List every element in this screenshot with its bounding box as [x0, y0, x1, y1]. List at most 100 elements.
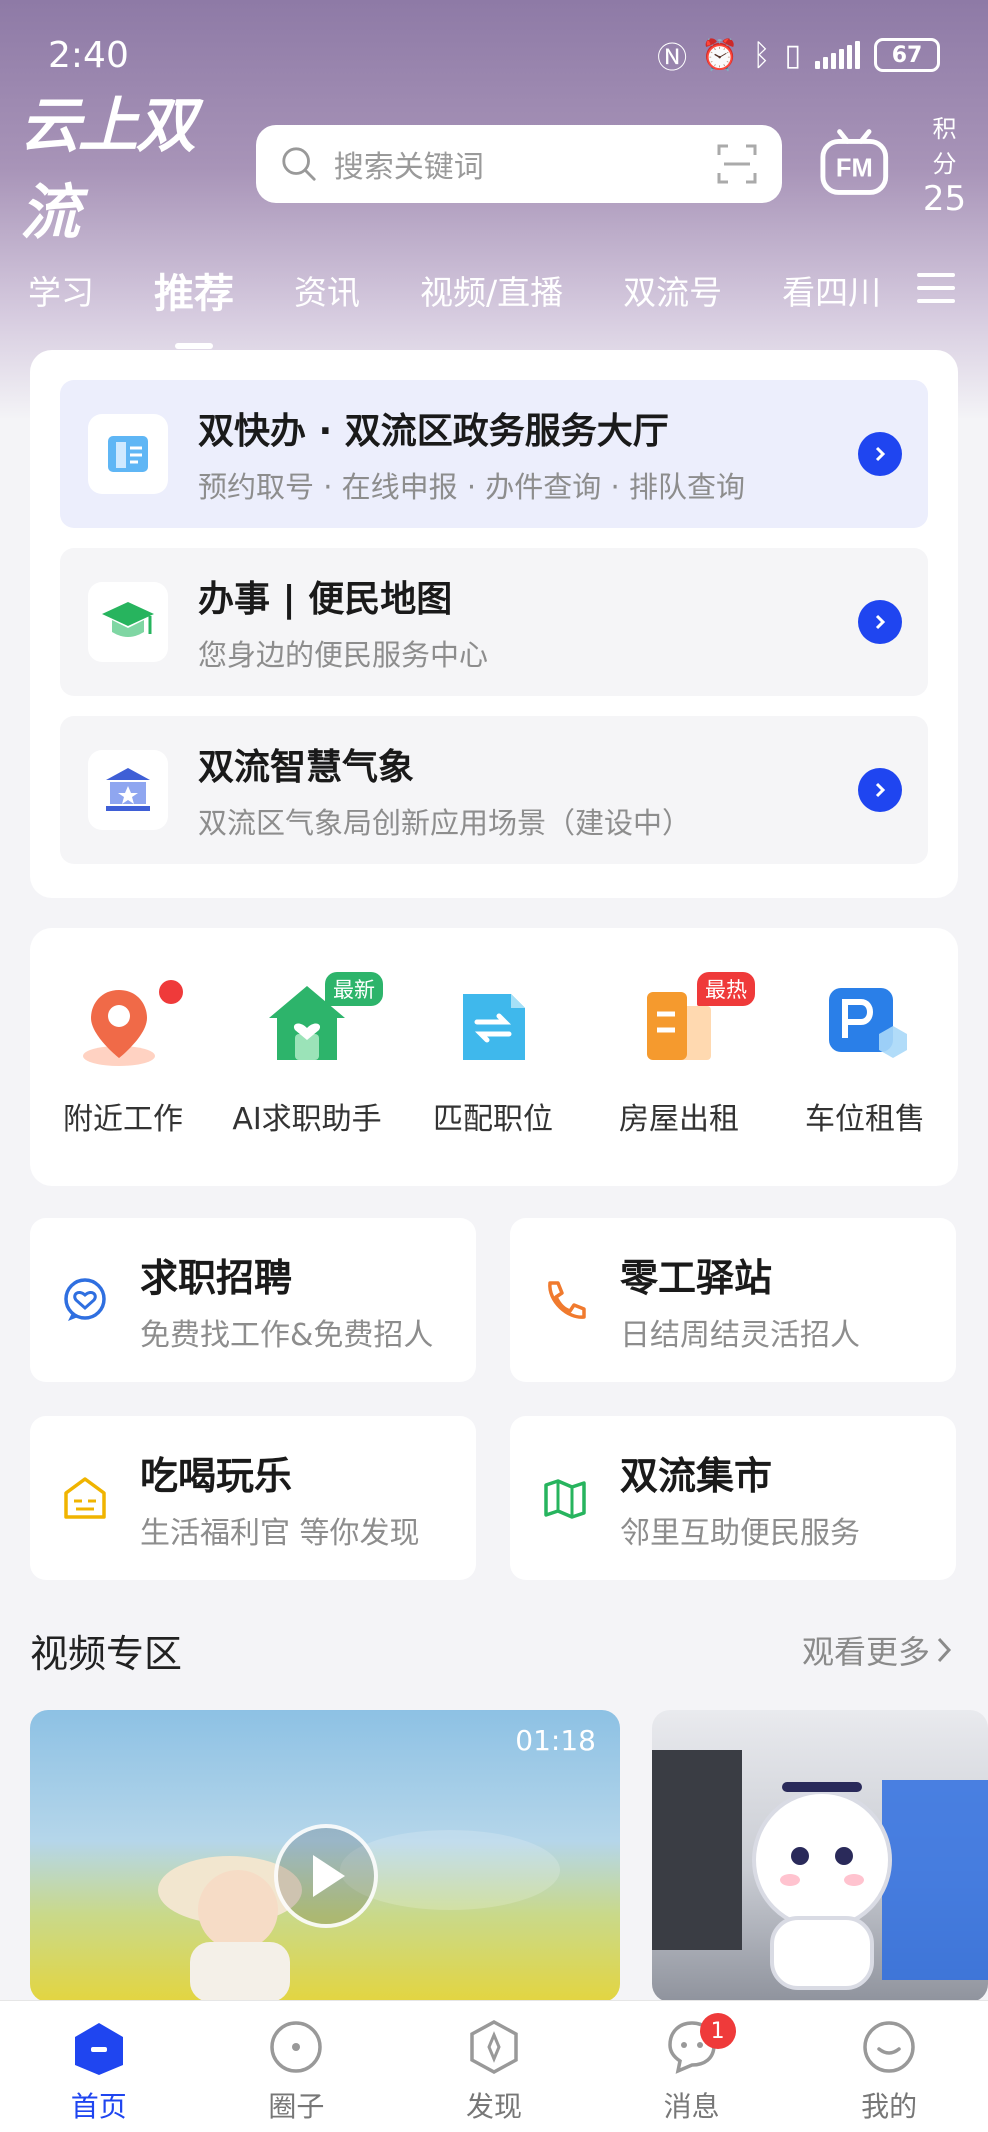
quick-action-label: 房屋出租 — [619, 1102, 739, 1137]
tab-sichuan[interactable]: 看四川 — [782, 266, 881, 314]
quick-actions-card: 附近工作 最新 AI求职助手 匹配职位 最热 房屋出租 车位租售 — [30, 928, 958, 1186]
tile-food-fun[interactable]: 吃喝玩乐 生活福利官 等你发现 — [30, 1416, 476, 1580]
video-duration: 01:18 — [515, 1724, 596, 1757]
service-item-convenience-map[interactable]: 办事 | 便民地图 您身边的便民服务中心 — [60, 548, 928, 696]
nav-messages[interactable]: 1 消息 — [593, 2001, 791, 2132]
mascot-image — [652, 1750, 988, 1990]
nav-label: 我的 — [861, 2090, 918, 2123]
category-tabs: 学习 推荐 资讯 视频/直播 双流号 看四川 — [0, 250, 988, 349]
tile-job-recruitment[interactable]: 求职招聘 免费找工作&免费招人 — [30, 1218, 476, 1382]
unread-badge: 1 — [699, 2013, 736, 2049]
service-item-smart-weather[interactable]: 双流智慧气象 双流区气象局创新应用场景（建设中） — [60, 716, 928, 864]
service-title: 双流智慧气象 — [198, 747, 415, 788]
parking-icon — [817, 978, 913, 1074]
service-item-government-hall[interactable]: 双快办 · 双流区政务服务大厅 预约取号 · 在线申报 · 办件查询 · 排队查… — [60, 380, 928, 528]
tab-shuangliu-account[interactable]: 双流号 — [623, 266, 722, 314]
building-icon: 最热 — [631, 972, 755, 1074]
tile-subtitle: 邻里互助便民服务 — [620, 1515, 860, 1551]
quick-action-label: AI求职助手 — [232, 1102, 382, 1137]
nav-profile[interactable]: 我的 — [790, 2001, 988, 2132]
nav-label: 消息 — [663, 2090, 720, 2123]
compass-icon — [470, 2020, 518, 2074]
circle-icon — [270, 2021, 323, 2073]
signal-icon — [815, 41, 860, 69]
nav-home[interactable]: 首页 — [0, 2001, 198, 2132]
tile-subtitle: 免费找工作&免费招人 — [140, 1317, 434, 1353]
chevron-right-icon[interactable] — [858, 768, 902, 812]
shop-icon — [64, 1477, 106, 1519]
quick-action-parking[interactable]: 车位租售 — [780, 978, 950, 1138]
points-widget[interactable]: 积分 25 — [921, 109, 968, 219]
tab-recommend[interactable]: 推荐 — [154, 261, 234, 349]
service-subtitle: 预约取号 · 在线申报 · 办件查询 · 排队查询 — [198, 470, 745, 504]
tile-title: 零工驿站 — [620, 1255, 773, 1300]
location-pin-icon — [75, 978, 183, 1074]
profile-icon — [863, 2021, 915, 2073]
nav-label: 圈子 — [268, 2090, 325, 2123]
chevron-right-icon[interactable] — [858, 432, 902, 476]
quick-action-ai-job-assistant[interactable]: 最新 AI求职助手 — [222, 972, 392, 1138]
home-icon — [74, 2023, 123, 2075]
quick-action-house-rental[interactable]: 最热 房屋出租 — [594, 972, 764, 1138]
video-thumbnail[interactable]: 01:18 — [30, 1710, 620, 2002]
see-more-link[interactable]: 观看更多 — [802, 1627, 958, 1673]
government-building-icon — [88, 750, 168, 830]
hot-tag: 最热 — [697, 972, 755, 1006]
tile-gig-station[interactable]: 零工驿站 日结周结灵活招人 — [510, 1218, 956, 1382]
house-heart-icon: 最新 — [259, 972, 383, 1074]
app-header: 云上双流 搜索关键词 FM 积分 25 — [0, 91, 988, 248]
fm-label: FM — [836, 155, 873, 183]
tile-title: 吃喝玩乐 — [140, 1453, 293, 1498]
service-card: 双快办 · 双流区政务服务大厅 预约取号 · 在线申报 · 办件查询 · 排队查… — [30, 350, 958, 898]
document-icon — [88, 414, 168, 494]
service-subtitle: 您身边的便民服务中心 — [198, 638, 489, 672]
see-more-label: 观看更多 — [801, 1633, 930, 1671]
scan-icon[interactable] — [716, 143, 758, 185]
tile-subtitle: 日结周结灵活招人 — [620, 1317, 860, 1353]
swap-arrows-icon — [445, 978, 541, 1074]
chevron-right-icon — [937, 1637, 952, 1663]
quick-action-match-jobs[interactable]: 匹配职位 — [408, 978, 578, 1138]
menu-icon[interactable] — [916, 268, 956, 308]
video-section-header: 视频专区 观看更多 — [30, 1620, 958, 1680]
nav-circle[interactable]: 圈子 — [198, 2001, 396, 2132]
tile-shuangliu-market[interactable]: 双流集市 邻里互助便民服务 — [510, 1416, 956, 1580]
section-title: 视频专区 — [30, 1631, 183, 1676]
points-value: 25 — [922, 179, 967, 219]
tab-video-live[interactable]: 视频/直播 — [420, 266, 563, 314]
map-icon — [544, 1479, 586, 1519]
vibrate-icon: ▯ — [784, 37, 801, 73]
nfc-icon: Ⓝ — [657, 41, 688, 76]
app-logo: 云上双流 — [20, 91, 196, 248]
notification-dot — [159, 980, 183, 1004]
chevron-right-icon[interactable] — [858, 600, 902, 644]
play-icon[interactable] — [274, 1824, 378, 1928]
quick-action-label: 车位租售 — [805, 1102, 925, 1137]
nav-label: 首页 — [70, 2090, 127, 2123]
graduation-cap-icon — [88, 582, 168, 662]
alarm-icon: ⏰ — [701, 37, 739, 73]
heart-chat-icon — [64, 1278, 106, 1321]
status-time: 2:40 — [48, 34, 129, 76]
status-icons: Ⓝ ⏰ ᛒ ▯ 67 — [657, 33, 940, 77]
tab-news[interactable]: 资讯 — [294, 266, 360, 314]
quick-action-label: 匹配职位 — [433, 1102, 553, 1137]
service-subtitle: 双流区气象局创新应用场景（建设中） — [198, 806, 692, 840]
nav-label: 发现 — [465, 2090, 522, 2123]
quick-action-nearby-jobs[interactable]: 附近工作 — [38, 978, 208, 1138]
points-label: 积分 — [932, 115, 957, 178]
new-tag: 最新 — [325, 972, 383, 1006]
tile-title: 双流集市 — [620, 1453, 773, 1498]
fm-radio-icon[interactable]: FM — [818, 127, 891, 201]
tab-study[interactable]: 学习 — [28, 266, 94, 314]
bluetooth-icon: ᛒ — [752, 37, 771, 73]
quick-action-label: 附近工作 — [63, 1102, 183, 1137]
battery-icon: 67 — [874, 38, 940, 72]
tile-title: 求职招聘 — [140, 1255, 293, 1300]
tile-subtitle: 生活福利官 等你发现 — [140, 1515, 420, 1551]
nav-discover[interactable]: 发现 — [395, 2001, 593, 2132]
video-thumbnail[interactable] — [652, 1710, 988, 2002]
search-bar[interactable]: 搜索关键词 — [255, 125, 783, 203]
service-title: 双快办 · 双流区政务服务大厅 — [198, 411, 669, 452]
service-title: 办事 | 便民地图 — [198, 579, 453, 620]
